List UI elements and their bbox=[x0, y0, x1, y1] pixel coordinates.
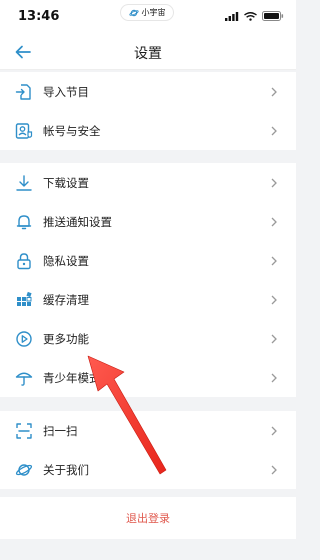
status-bar: 13:46 小宇宙 bbox=[0, 0, 296, 34]
settings-item-clear-cache[interactable]: 缓存清理 bbox=[0, 280, 296, 319]
settings-item-about-us[interactable]: 关于我们 bbox=[0, 450, 296, 489]
chevron-right-icon bbox=[271, 87, 277, 96]
chevron-right-icon bbox=[271, 373, 277, 382]
chevron-right-icon bbox=[271, 465, 277, 474]
planet-logo-icon bbox=[128, 9, 139, 16]
settings-item-download[interactable]: 下载设置 bbox=[0, 163, 296, 202]
play-circle-icon bbox=[15, 330, 33, 348]
settings-item-account-security[interactable]: 帐号与安全 bbox=[0, 111, 296, 150]
settings-item-import[interactable]: 导入节目 bbox=[0, 72, 296, 111]
chevron-right-icon bbox=[271, 126, 277, 135]
settings-item-label: 帐号与安全 bbox=[43, 123, 101, 138]
nav-bar: 设置 bbox=[0, 34, 296, 70]
status-icons bbox=[225, 11, 284, 21]
chevron-right-icon bbox=[271, 295, 277, 304]
app-indicator-pill[interactable]: 小宇宙 bbox=[120, 4, 174, 21]
settings-item-teen-mode[interactable]: 青少年模式 bbox=[0, 358, 296, 397]
settings-group-general: 下载设置 推送通知设置 隐私设置 缓存清理 更多功能 青少年模式 bbox=[0, 163, 296, 397]
logout-button[interactable]: 退出登录 bbox=[126, 510, 170, 526]
settings-item-label: 更多功能 bbox=[43, 331, 89, 346]
chevron-right-icon bbox=[271, 256, 277, 265]
page-title: 设置 bbox=[134, 46, 162, 62]
settings-item-label: 下载设置 bbox=[43, 175, 89, 190]
settings-item-label: 隐私设置 bbox=[43, 253, 89, 268]
planet-icon bbox=[15, 461, 33, 479]
settings-item-push-notifications[interactable]: 推送通知设置 bbox=[0, 202, 296, 241]
bell-icon bbox=[15, 213, 33, 231]
lock-icon bbox=[15, 252, 33, 270]
signal-icon bbox=[225, 11, 239, 21]
battery-icon bbox=[262, 11, 284, 21]
chevron-right-icon bbox=[271, 334, 277, 343]
chevron-right-icon bbox=[271, 426, 277, 435]
settings-item-label: 推送通知设置 bbox=[43, 214, 112, 229]
umbrella-icon bbox=[15, 369, 33, 387]
scan-icon bbox=[15, 422, 33, 440]
grid-icon bbox=[15, 291, 33, 309]
settings-group-account: 导入节目 帐号与安全 bbox=[0, 72, 296, 150]
settings-item-privacy[interactable]: 隐私设置 bbox=[0, 241, 296, 280]
account-security-icon bbox=[15, 122, 33, 140]
chevron-right-icon bbox=[271, 178, 277, 187]
settings-item-label: 关于我们 bbox=[43, 462, 89, 477]
settings-item-scan[interactable]: 扫一扫 bbox=[0, 411, 296, 450]
import-icon bbox=[15, 83, 33, 101]
settings-item-label: 缓存清理 bbox=[43, 292, 89, 307]
settings-item-more-features[interactable]: 更多功能 bbox=[0, 319, 296, 358]
logout-row: 退出登录 bbox=[0, 497, 296, 539]
status-time: 13:46 bbox=[18, 9, 60, 24]
settings-item-label: 扫一扫 bbox=[43, 423, 78, 438]
settings-item-label: 青少年模式 bbox=[43, 370, 101, 385]
download-icon bbox=[15, 174, 33, 192]
chevron-right-icon bbox=[271, 217, 277, 226]
settings-item-label: 导入节目 bbox=[43, 84, 89, 99]
settings-group-about: 扫一扫 关于我们 bbox=[0, 411, 296, 489]
wifi-icon bbox=[244, 11, 257, 21]
pill-text: 小宇宙 bbox=[141, 8, 166, 17]
